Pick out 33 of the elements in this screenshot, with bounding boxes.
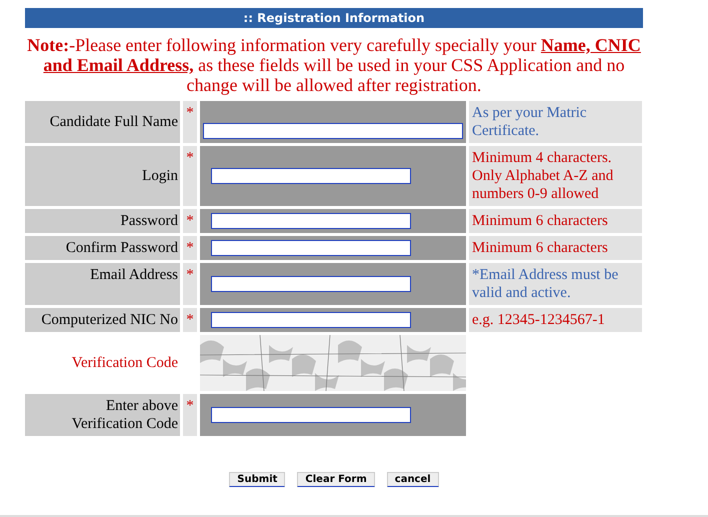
field-label: Login xyxy=(25,146,180,206)
field-label: Computerized NIC No xyxy=(25,308,180,332)
hint-text: e.g. 12345-1234567-1 xyxy=(469,308,642,332)
form-button[interactable]: cancel xyxy=(386,472,439,487)
hint-text: *Email Address must be valid and active. xyxy=(469,263,642,305)
hint-text: Minimum 4 characters. Only Alphabet A-Z and numbers 0-9 allowed xyxy=(469,146,642,206)
input-field[interactable] xyxy=(203,123,463,139)
required-mark: * xyxy=(183,263,197,305)
form-button[interactable]: Submit xyxy=(229,472,286,487)
form-button[interactable]: Clear Form xyxy=(297,472,375,487)
field-label: Candidate Full Name xyxy=(25,101,180,143)
required-mark: * xyxy=(183,101,197,143)
hint-text: As per your Matric Certificate. xyxy=(469,101,642,143)
input-field[interactable] xyxy=(211,312,411,328)
input-field[interactable] xyxy=(211,240,411,256)
required-mark: * xyxy=(183,209,197,233)
required-mark: * xyxy=(183,308,197,332)
field-label: Confirm Password xyxy=(25,236,180,260)
field-label: Email Address xyxy=(25,263,180,305)
input-field[interactable] xyxy=(211,276,411,292)
input-field[interactable] xyxy=(211,407,411,423)
hint-text: Minimum 6 characters xyxy=(469,236,642,260)
required-mark: * xyxy=(183,394,197,436)
input-field[interactable] xyxy=(211,213,411,229)
hint-text: Minimum 6 characters xyxy=(469,209,642,233)
required-mark: * xyxy=(183,146,197,206)
input-field[interactable] xyxy=(211,168,411,184)
field-label: Enter above Verification Code xyxy=(25,394,180,436)
section-title: :: Registration Information xyxy=(25,8,643,28)
note-text: Note:-Please enter following information very carefully specially your Name, CNIC and Email Address, as these fields will be used in your CSS Application and no change will be allowed after registration. xyxy=(26,34,642,97)
field-label: Password xyxy=(25,209,180,233)
field-label: Verification Code xyxy=(72,354,178,372)
required-mark: * xyxy=(183,236,197,260)
